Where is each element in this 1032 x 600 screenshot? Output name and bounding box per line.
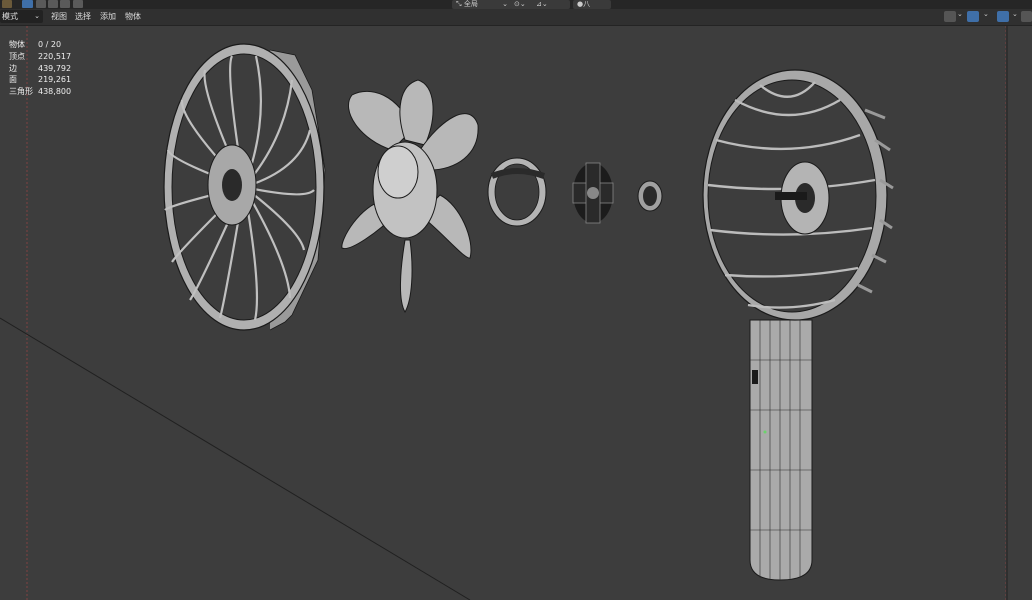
select-extend-icon[interactable] <box>36 0 46 8</box>
viewport-sidebar-edge[interactable] <box>1006 26 1008 600</box>
shading-icon[interactable] <box>1021 11 1032 22</box>
fan-motor[interactable] <box>572 162 614 224</box>
stat-row-edges: 边 439,792 <box>9 63 72 73</box>
select-intersect-icon[interactable] <box>73 0 83 8</box>
menu-view[interactable]: 视图 <box>47 10 71 23</box>
fan-small-ring[interactable] <box>637 180 663 212</box>
chevron-down-icon: ⌄ <box>34 12 40 20</box>
fan-rear-grille[interactable] <box>163 43 326 331</box>
select-invert-icon[interactable] <box>60 0 70 8</box>
transform-orientation-icon: ⤡ <box>456 0 462 8</box>
snap-icon[interactable]: ⊿⌄ <box>532 0 570 9</box>
chevron-down-icon[interactable]: ⌄ <box>957 10 963 18</box>
gizmo-icon[interactable] <box>967 11 979 22</box>
select-box-icon[interactable] <box>22 0 33 8</box>
menu-add[interactable]: 添加 <box>96 10 120 23</box>
viewport-header: 模式 ⌄ 视图 选择 添加 物体 ⌄ ⌄ ⌄ <box>0 9 1032 26</box>
fan-propeller[interactable] <box>341 79 479 313</box>
chevron-down-icon[interactable]: ⌄ <box>983 10 989 18</box>
mode-selector[interactable]: 模式 ⌄ <box>0 10 43 23</box>
select-subtract-icon[interactable] <box>48 0 58 8</box>
menu-select[interactable]: 选择 <box>71 10 95 23</box>
visibility-icon[interactable] <box>944 11 956 22</box>
editor-type-icon[interactable] <box>2 0 12 8</box>
stat-row-objects: 物体 0 / 20 <box>9 40 62 49</box>
stat-row-faces: 面 219,261 <box>9 75 72 85</box>
3d-viewport[interactable] <box>0 26 1032 600</box>
chevron-down-icon[interactable]: ⌄ <box>1012 10 1018 18</box>
stat-row-triangles: 三角形 438,800 <box>9 87 72 97</box>
stat-row-vertices: 顶点 220,517 <box>9 51 72 61</box>
proportional-edit-icon[interactable]: ●八 <box>573 0 611 9</box>
menu-object[interactable]: 物体 <box>121 10 145 23</box>
fan-body-handle[interactable] <box>702 69 894 581</box>
overlay-icon[interactable] <box>997 11 1009 22</box>
fan-ring[interactable] <box>487 157 547 227</box>
statistics-overlay: 物体 0 / 20 顶点 220,517 边 439,792 面 219,261… <box>9 39 71 98</box>
transform-orientation-dropdown[interactable]: ⤡ 全局 ⌄ <box>452 0 512 9</box>
